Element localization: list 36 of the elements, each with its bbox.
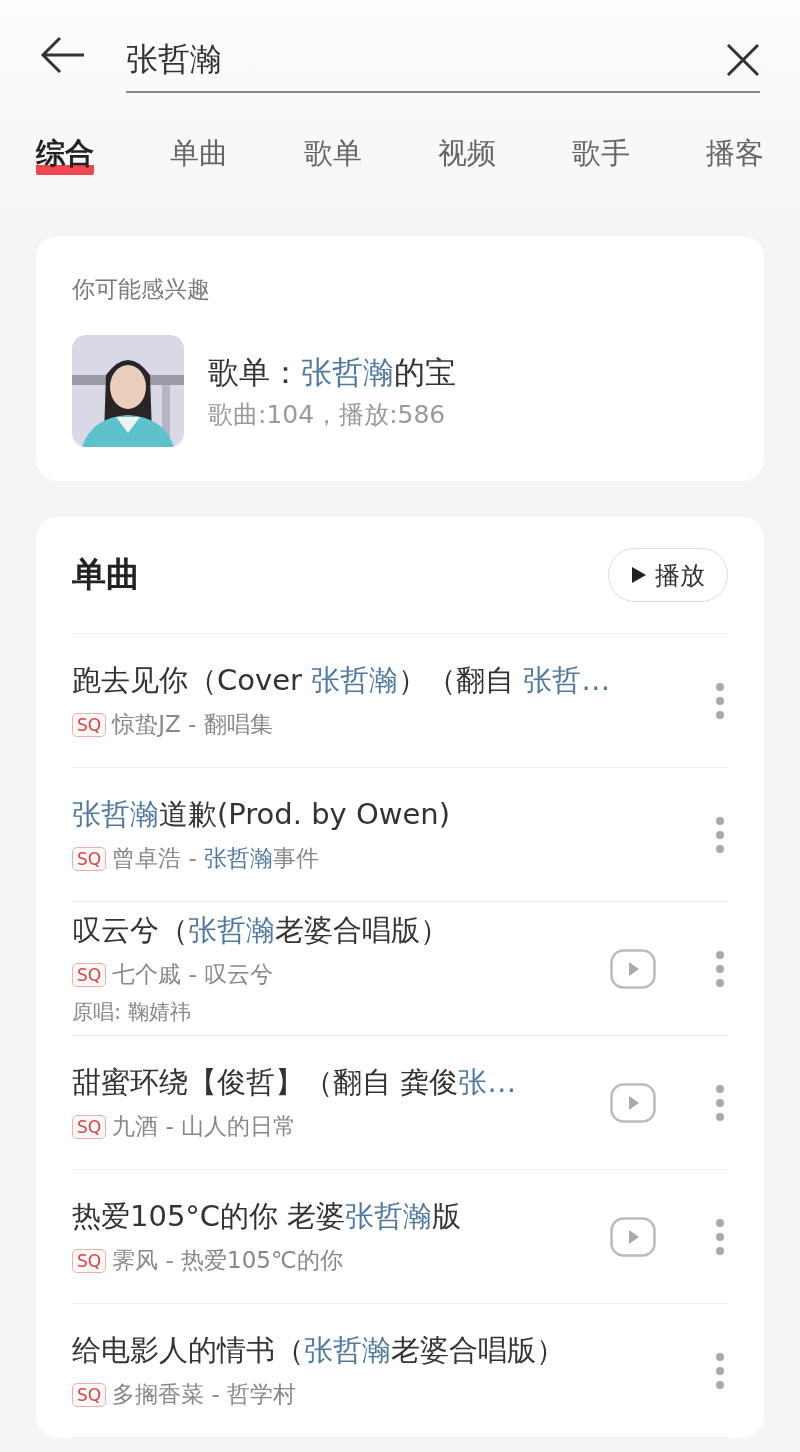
quality-badge: SQ <box>72 1248 107 1273</box>
quality-badge: SQ <box>72 712 107 737</box>
tab[interactable]: 单曲 <box>170 130 228 178</box>
tab[interactable]: 歌单 <box>304 130 362 178</box>
original-singer: 原唱: 鞠婧祎 <box>72 999 192 1026</box>
search-field[interactable]: 张哲瀚 <box>126 41 706 79</box>
playlist-title[interactable]: 歌单：张哲瀚的宝 <box>208 351 456 394</box>
song-artist-album: 曾卓浩 - 张哲瀚事件 <box>112 844 320 873</box>
playlist-stats: 歌曲:104，播放:586 <box>208 398 447 431</box>
song-title[interactable]: 甜蜜环绕【俊哲】（翻自 龚俊张… <box>72 1063 598 1103</box>
play-all-button[interactable]: 播放 <box>608 548 728 602</box>
song-artist-album: 七个戚 - 叹云兮 <box>112 960 274 989</box>
tab[interactable]: 视频 <box>438 130 496 178</box>
song-artist-album: 惊蛰JZ - 翻唱集 <box>112 710 273 739</box>
video-play-icon[interactable] <box>610 948 656 989</box>
back-arrow-icon[interactable] <box>40 35 86 75</box>
quality-badge: SQ <box>72 1382 107 1407</box>
song-artist-album: 霁风 - 热爱105℃的你 <box>112 1246 343 1275</box>
close-icon[interactable] <box>726 43 760 77</box>
quality-badge: SQ <box>72 1114 107 1139</box>
song-title[interactable]: 热爱105°C的你 老婆张哲瀚版 <box>72 1197 598 1237</box>
quality-badge: SQ <box>72 846 107 871</box>
section-heading: 你可能感兴趣 <box>72 275 211 304</box>
play-icon <box>631 566 647 584</box>
quality-badge: SQ <box>72 962 107 987</box>
tab[interactable]: 播客 <box>706 130 764 178</box>
video-play-icon[interactable] <box>610 1082 656 1123</box>
song-title[interactable]: 跑去见你（Cover 张哲瀚）（翻自 张哲… <box>72 661 700 701</box>
song-title[interactable]: 叹云兮（张哲瀚老婆合唱版） <box>72 911 598 951</box>
song-artist-album: 多搁香菜 - 哲学村 <box>112 1380 297 1409</box>
song-artist-album: 九酒 - 山人的日常 <box>112 1112 297 1141</box>
video-play-icon[interactable] <box>610 1216 656 1257</box>
song-title[interactable]: 张哲瀚道歉(Prod. by Owen) <box>72 795 700 835</box>
song-title[interactable]: 给电影人的情书（张哲瀚老婆合唱版） <box>72 1331 700 1371</box>
tab[interactable]: 歌手 <box>572 130 630 178</box>
section-title: 单曲 <box>72 553 140 596</box>
